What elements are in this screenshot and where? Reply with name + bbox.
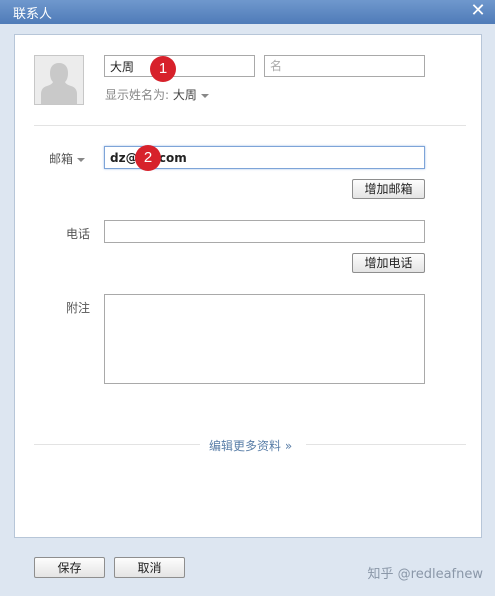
title-bar: 联系人 ✕ <box>0 0 495 24</box>
dialog-body: 显示姓名为: 大周 邮箱 增加邮箱 电话 增加电话 附注 编辑更多资料 » 保存… <box>0 24 495 596</box>
display-name-row: 显示姓名为: 大周 <box>105 86 209 103</box>
phone-field[interactable] <box>104 220 425 243</box>
watermark: 知乎 @redleafnew <box>367 567 483 582</box>
avatar[interactable] <box>34 55 84 105</box>
email-type-select[interactable]: 邮箱 <box>15 150 85 167</box>
note-label: 附注 <box>65 301 90 315</box>
display-name-select[interactable]: 大周 <box>173 88 209 102</box>
annotation-badge-1: 1 <box>150 56 176 82</box>
first-name-input[interactable] <box>264 55 425 77</box>
contact-form: 显示姓名为: 大周 邮箱 增加邮箱 电话 增加电话 附注 编辑更多资料 » <box>14 34 482 538</box>
cancel-button[interactable]: 取消 <box>114 557 185 578</box>
note-textarea[interactable] <box>104 294 425 384</box>
chevron-down-icon <box>200 93 209 98</box>
annotation-badge-2: 2 <box>135 145 161 171</box>
edit-more-label: 编辑更多资料 <box>209 439 282 453</box>
close-icon[interactable]: ✕ <box>470 1 486 21</box>
divider <box>34 125 466 126</box>
window-title: 联系人 <box>13 7 53 22</box>
person-silhouette-icon <box>35 56 83 104</box>
last-name-input[interactable] <box>104 55 255 77</box>
divider <box>34 444 200 445</box>
more-details-row: 编辑更多资料 » <box>34 435 466 455</box>
save-button[interactable]: 保存 <box>34 557 105 578</box>
display-name-value: 大周 <box>172 88 197 102</box>
display-name-label: 显示姓名为: <box>105 88 170 102</box>
phone-label: 电话 <box>65 227 90 241</box>
double-chevron-down-icon: » <box>284 439 293 453</box>
divider <box>306 444 466 445</box>
add-phone-button[interactable]: 增加电话 <box>352 253 425 273</box>
add-email-button[interactable]: 增加邮箱 <box>352 179 425 199</box>
email-label: 邮箱 <box>48 152 73 166</box>
chevron-down-icon <box>77 157 85 162</box>
edit-more-link[interactable]: 编辑更多资料 » <box>209 437 292 454</box>
